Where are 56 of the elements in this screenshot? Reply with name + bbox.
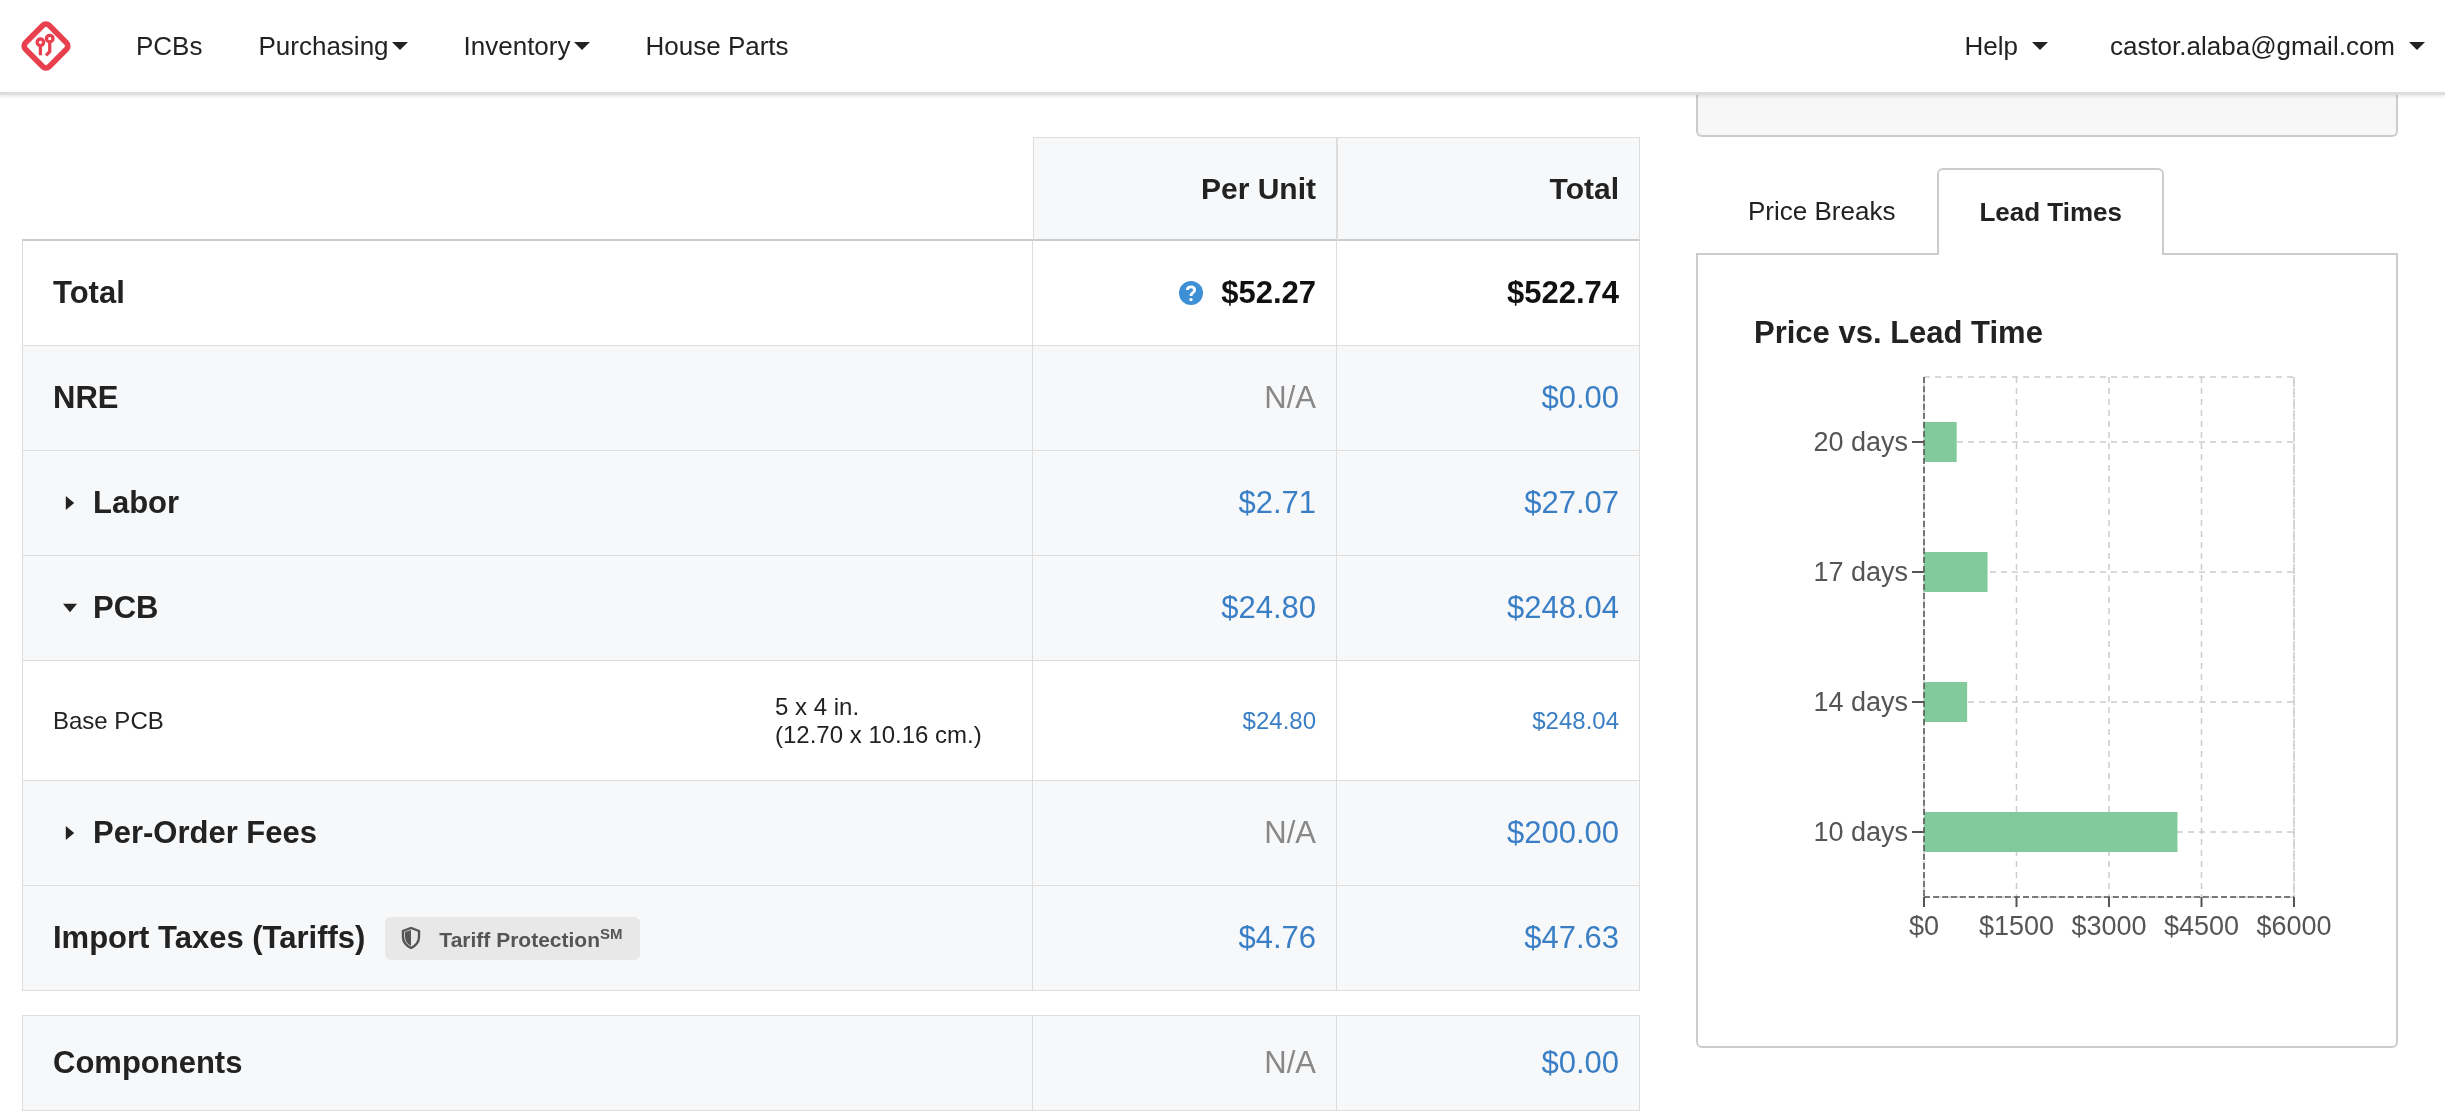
total-value[interactable]: $47.63	[1524, 920, 1619, 956]
row-label: Total	[53, 275, 125, 311]
help-icon[interactable]	[1179, 281, 1204, 305]
total-value[interactable]: $27.07	[1524, 485, 1619, 521]
axis-label: $4500	[2163, 911, 2240, 941]
axis-label: 14 days	[1813, 687, 1908, 717]
row-label: Components	[53, 1045, 243, 1081]
axis-label: $3000	[2071, 911, 2147, 941]
per-unit-value: $52.27	[1221, 275, 1316, 311]
total-value[interactable]: $248.04	[1532, 706, 1619, 735]
total-value[interactable]: $0.00	[1541, 1045, 1619, 1081]
logo-icon[interactable]	[18, 18, 74, 74]
axis-label: $0	[1909, 911, 1939, 941]
axis-label: 20 days	[1813, 427, 1908, 457]
nav-link[interactable]: House Parts	[645, 30, 789, 62]
row-label: Labor	[93, 485, 180, 521]
dimension-text: 5 x 4 in.	[775, 692, 861, 721]
chart-title: Price vs. Lead Time	[1754, 315, 2044, 351]
nav-dropdown[interactable]: Help	[1964, 30, 2048, 62]
total-value[interactable]: $200.00	[1506, 815, 1619, 851]
tab[interactable]: Price Breaks	[1706, 168, 1938, 253]
nav-link[interactable]: Purchasing	[258, 30, 408, 62]
bar	[1924, 682, 1968, 722]
axis-label: 10 days	[1813, 817, 1908, 847]
caret-right-icon[interactable]	[63, 826, 77, 840]
row-label: NRE	[53, 380, 119, 416]
per-unit-value[interactable]: $2.71	[1238, 485, 1316, 521]
axis-label: $6000	[2256, 911, 2332, 941]
column-header: Total	[1337, 137, 1640, 241]
row-label: Per-Order Fees	[93, 815, 317, 851]
row-label: Base PCB	[53, 706, 164, 735]
row-label: Import Taxes (Tariffs)	[53, 920, 366, 956]
nav-dropdown[interactable]: castor.alaba@gmail.com	[2109, 30, 2425, 62]
axis-label: $1500	[1978, 911, 2055, 941]
shield-icon	[401, 927, 422, 949]
total-value[interactable]: $248.04	[1506, 590, 1619, 626]
nav-link[interactable]: PCBs	[136, 30, 203, 62]
total-value[interactable]: $0.00	[1541, 380, 1619, 416]
dimension-text: (12.70 x 10.16 cm.)	[775, 720, 982, 749]
per-unit-value[interactable]: $24.80	[1242, 706, 1316, 735]
caret-right-icon[interactable]	[63, 496, 77, 510]
axis-label: 17 days	[1813, 557, 1908, 587]
per-unit-value: N/A	[1264, 1045, 1316, 1081]
per-unit-value: N/A	[1264, 380, 1316, 416]
per-unit-value[interactable]: $4.76	[1238, 920, 1316, 956]
column-header: Per Unit	[1033, 137, 1337, 241]
tariff-badge[interactable]: Tariff Protection$^{SM}$	[385, 916, 641, 960]
tab[interactable]: Lead Times	[1937, 168, 2164, 255]
per-unit-value[interactable]: $24.80	[1221, 590, 1316, 626]
nav-link[interactable]: Inventory	[463, 30, 590, 62]
bar	[1924, 552, 1988, 592]
bar	[1924, 422, 1957, 462]
caret-down-icon[interactable]	[63, 601, 77, 615]
row-label: PCB	[93, 590, 159, 626]
total-value: $522.74	[1506, 275, 1619, 311]
per-unit-value: N/A	[1264, 815, 1316, 851]
